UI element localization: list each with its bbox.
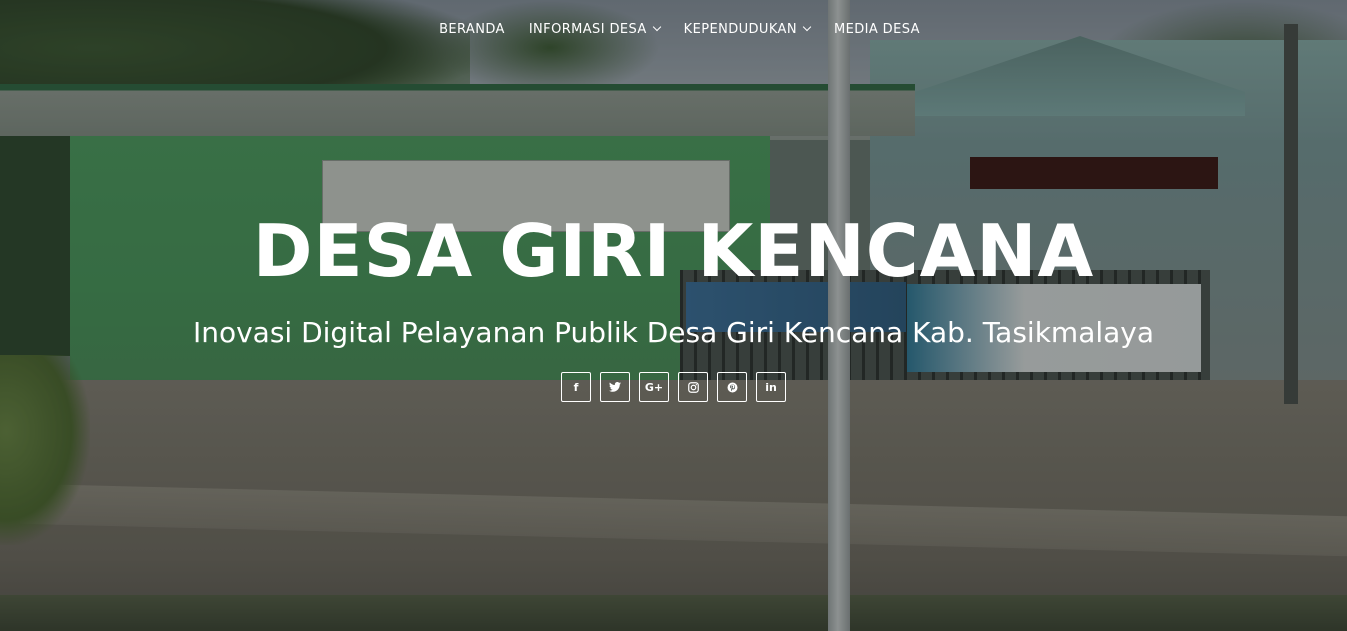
social-links: f G+ in [0,372,1347,402]
twitter-icon [609,382,621,392]
linkedin-icon: in [765,380,777,394]
hero-section: BERANDA INFORMASI DESA KEPENDUDUKAN MEDI… [0,0,1347,631]
facebook-button[interactable]: f [561,372,591,402]
facebook-icon: f [573,380,579,394]
pinterest-icon [727,382,738,393]
instagram-button[interactable] [678,372,708,402]
twitter-button[interactable] [600,372,630,402]
google-plus-button[interactable]: G+ [639,372,669,402]
nav-item-label: INFORMASI DESA [528,21,647,37]
chevron-down-icon [802,22,812,32]
chevron-down-icon [652,22,661,32]
main-navigation: BERANDA INFORMASI DESA KEPENDUDUKAN MEDI… [0,0,1347,60]
linkedin-button[interactable]: in [756,372,786,402]
nav-item-media-desa[interactable]: MEDIA DESA [822,22,932,37]
hero-subtitle: Inovasi Digital Pelayanan Publik Desa Gi… [192,316,1155,349]
nav-list: BERANDA INFORMASI DESA KEPENDUDUKAN MEDI… [427,22,932,37]
nav-item-label: BERANDA [439,21,505,37]
nav-item-informasi-desa[interactable]: INFORMASI DESA [517,22,672,37]
google-plus-icon: G+ [644,380,664,394]
hero-title: DESA GIRI KENCANA [252,209,1095,293]
nav-item-label: MEDIA DESA [833,21,920,37]
pinterest-button[interactable] [717,372,747,402]
nav-item-label: KEPENDUDUKAN [683,21,797,37]
instagram-icon [687,381,699,393]
nav-item-kependudukan[interactable]: KEPENDUDUKAN [672,22,822,37]
nav-item-beranda[interactable]: BERANDA [427,22,517,37]
